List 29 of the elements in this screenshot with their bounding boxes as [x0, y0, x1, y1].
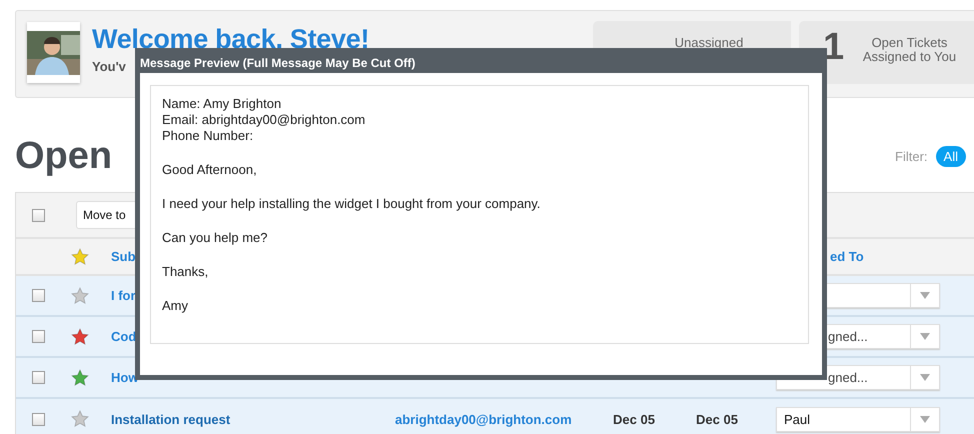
message-line: Phone Number: [162, 128, 254, 144]
ticket-subject[interactable]: Installation request [99, 412, 381, 426]
star-icon[interactable] [71, 368, 89, 386]
message-line: Name: Amy Brighton [162, 96, 282, 112]
created-date: Dec 05 [612, 412, 656, 426]
star-icon[interactable] [71, 410, 89, 428]
star-icon[interactable] [71, 286, 89, 304]
updated-date: Dec 05 [695, 412, 739, 426]
stat-label: Open Tickets Assigned to You [862, 36, 958, 64]
stat-card[interactable]: 1 Open Tickets Assigned to You [799, 21, 974, 84]
filter-label: Filter: [895, 148, 928, 164]
assignee-select[interactable]: Paul [776, 406, 940, 432]
message-paragraph: Amy [162, 298, 189, 314]
select-all-checkbox[interactable] [32, 208, 45, 222]
row-checkbox[interactable] [32, 289, 45, 302]
page-title: Open [15, 134, 112, 178]
message-paragraph: Can you help me? [162, 230, 269, 246]
welcome-subtitle: You'v [92, 59, 126, 74]
ticket-email[interactable]: abrightday00@brighton.com [381, 412, 595, 426]
star-icon[interactable] [71, 248, 89, 266]
message-paragraph: I need your help installing the widget I bought from your company. [162, 196, 542, 212]
row-checkbox[interactable] [32, 330, 45, 343]
row-checkbox[interactable] [32, 371, 45, 384]
message-paragraph: Thanks, [162, 264, 210, 280]
message-line: Email: abrightday00@brighton.com [162, 112, 366, 128]
star-icon[interactable] [71, 328, 89, 346]
message-paragraph: Good Afternoon, [162, 162, 258, 178]
row-checkbox[interactable] [32, 412, 45, 426]
stat-label: Unassigned [674, 36, 744, 50]
